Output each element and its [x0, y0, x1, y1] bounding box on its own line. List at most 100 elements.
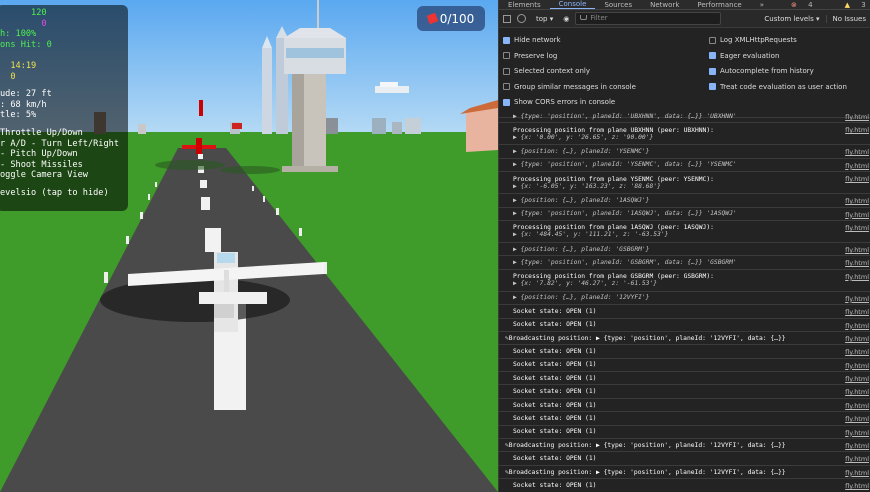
setting-option[interactable]: Hide network [503, 36, 561, 44]
setting-option[interactable]: Group similar messages in console [503, 83, 636, 91]
filter-input[interactable]: Filter [575, 12, 722, 25]
console-row[interactable]: Socket state: OPEN (1) fly.html [499, 319, 870, 332]
source-link[interactable]: fly.html [845, 295, 869, 303]
hud-line: r A/D - Turn Left/Right [0, 138, 119, 149]
source-link[interactable]: fly.html [845, 224, 869, 232]
source-link[interactable]: fly.html [845, 148, 869, 156]
checkbox[interactable] [709, 36, 716, 44]
checkbox[interactable] [503, 67, 510, 75]
source-link[interactable]: fly.html [845, 429, 869, 437]
console-row[interactable]: Processing position from plane YSENMC (p… [499, 172, 870, 195]
console-row[interactable]: ▶ {position: {…}, planeId: '12VYFI'} fly.… [499, 292, 870, 306]
source-link[interactable]: fly.html [845, 322, 869, 330]
console-message-detail: ▶ {x: '7.82', y: '46.27', z: '-61.53'} [513, 280, 658, 288]
console-row[interactable]: Socket state: OPEN (1) fly.html [499, 426, 870, 440]
setting-label: Log XMLHttpRequests [720, 36, 797, 44]
source-link[interactable]: fly.html [845, 469, 869, 477]
console-row[interactable]: Socket state: OPEN (1) fly.html [499, 399, 870, 413]
setting-option[interactable]: Selected context only [503, 67, 590, 75]
context-select[interactable]: top ▾ [532, 15, 557, 23]
levels-select[interactable]: Custom levels ▾ [764, 15, 819, 23]
console-row[interactable]: ▶ {type: 'position', planeId: '1ASQWJ', … [499, 208, 870, 221]
console-row[interactable]: Processing position from plane 1ASQWJ (p… [499, 221, 870, 243]
setting-option[interactable]: Show CORS errors in console [503, 98, 615, 106]
tab-performance[interactable]: Performance [688, 2, 750, 9]
source-link[interactable]: fly.html [845, 273, 869, 281]
console-message-detail: ▶ {x: '0.00', y: '26.65', z: '90.00'} [513, 133, 654, 141]
hud-panel[interactable]: 120 0 h: 100% ons Hit: 0 14:19 0 ude: 27 ft… [0, 5, 128, 211]
game-viewport[interactable]: 120 0 h: 100% ons Hit: 0 14:19 0 ude: 27 ft… [0, 0, 498, 492]
source-link[interactable]: fly.html [845, 259, 869, 267]
console-row[interactable]: ▶ {position: {…}, planeId: 'YSENMC'} fly.… [499, 145, 870, 159]
console-row[interactable]: Socket state: OPEN (1) fly.html [499, 385, 870, 399]
console-message: Socket state: OPEN (1) [513, 481, 597, 489]
setting-option[interactable]: Autocomplete from history [709, 67, 814, 75]
sidebar-toggle-icon[interactable] [503, 14, 511, 23]
console-row[interactable]: Socket state: OPEN (1) fly.html [499, 305, 870, 319]
console-row[interactable]: Socket state: OPEN (1) fly.html [499, 412, 870, 426]
console-row[interactable]: ▶ {position: {…}, planeId: 'GSBGRM'} fly.… [499, 243, 870, 257]
source-link[interactable]: fly.html [845, 442, 869, 450]
source-link[interactable]: fly.html [845, 415, 869, 423]
setting-label: Hide network [514, 36, 561, 44]
source-link[interactable]: fly.html [845, 402, 869, 410]
console-message: ▶ {position: {…}, planeId: '12VYFI'} [513, 294, 650, 302]
eye-icon[interactable]: ◉ [563, 15, 569, 23]
clear-console-icon[interactable] [517, 14, 526, 23]
console-row[interactable]: Socket state: OPEN (1) fly.html [499, 372, 870, 386]
console-row[interactable]: ✎ Broadcasting position: ▶ {type: 'posit… [499, 439, 870, 453]
source-link[interactable]: fly.html [845, 362, 869, 370]
source-link[interactable]: fly.html [845, 455, 869, 463]
source-link[interactable]: fly.html [845, 388, 869, 396]
console-row[interactable]: Socket state: OPEN (1) fly.html [499, 452, 870, 466]
setting-label: Selected context only [514, 67, 590, 76]
console-row[interactable]: ✎ Broadcasting position: ▶ {type: 'posit… [499, 332, 870, 346]
source-link[interactable]: fly.html [845, 197, 869, 205]
setting-option[interactable]: Preserve log [503, 52, 557, 60]
checkbox[interactable] [503, 36, 510, 44]
console-message: Socket state: OPEN (1) [513, 307, 597, 315]
console-message: Socket state: OPEN (1) [513, 414, 597, 422]
source-link[interactable]: fly.html [845, 175, 869, 183]
console-row[interactable]: ▶ {position: {…}, planeId: '1ASQWJ'} fly.… [499, 194, 870, 208]
checkbox[interactable] [709, 67, 716, 75]
console-row[interactable]: Socket state: OPEN (1) fly.html [499, 345, 870, 359]
tab-sources[interactable]: Sources [595, 2, 641, 9]
setting-option[interactable]: Log XMLHttpRequests [709, 36, 797, 44]
error-count-value: 4 [808, 1, 813, 9]
source-link[interactable]: fly.html [845, 162, 869, 170]
checkbox[interactable] [503, 83, 510, 91]
source-link[interactable]: fly.html [845, 308, 869, 316]
console-row[interactable]: ▶ {type: 'position', planeId: 'UBXHNN', … [499, 110, 870, 124]
checkbox[interactable] [503, 98, 510, 106]
console-row[interactable]: ▶ {type: 'position', planeId: 'GSBGRM', … [499, 256, 870, 270]
checkbox[interactable] [503, 52, 510, 60]
source-link[interactable]: fly.html [845, 375, 869, 383]
setting-option[interactable]: Eager evaluation [709, 52, 779, 60]
checkbox[interactable] [709, 52, 716, 60]
console-row[interactable]: Socket state: OPEN (1) fly.html [499, 479, 870, 492]
tab-console[interactable]: Console [549, 1, 596, 9]
source-link[interactable]: fly.html [845, 246, 869, 254]
tab-more[interactable]: » [751, 2, 773, 9]
source-link[interactable]: fly.html [845, 113, 869, 121]
console-message: Broadcasting position: ▶ {type: 'positio… [508, 441, 786, 449]
source-link[interactable]: fly.html [845, 126, 869, 134]
error-count[interactable]: ⊗ 4 [782, 2, 831, 9]
source-link[interactable]: fly.html [845, 348, 869, 356]
tab-elements[interactable]: Elements [499, 2, 550, 9]
source-link[interactable]: fly.html [845, 211, 869, 219]
setting-option[interactable]: Treat code evaluation as user action [709, 83, 847, 91]
source-link[interactable]: fly.html [845, 335, 869, 343]
console-row[interactable]: Processing position from plane GSBGRM (p… [499, 270, 870, 292]
tab-network[interactable]: Network [641, 2, 688, 9]
console-row[interactable]: ✎ Broadcasting position: ▶ {type: 'posit… [499, 466, 870, 480]
source-link[interactable]: fly.html [845, 482, 869, 490]
warning-count[interactable]: ▲ 3 [836, 2, 870, 9]
console-message: Socket state: OPEN (1) [513, 321, 597, 329]
console-row[interactable]: ▶ {type: 'position', planeId: 'YSENMC', … [499, 159, 870, 173]
console-row[interactable]: Socket state: OPEN (1) fly.html [499, 359, 870, 373]
checkbox[interactable] [709, 83, 716, 91]
console-row[interactable]: Processing position from plane UBXHNN (p… [499, 123, 870, 146]
issues-button[interactable]: No Issues [825, 14, 866, 23]
